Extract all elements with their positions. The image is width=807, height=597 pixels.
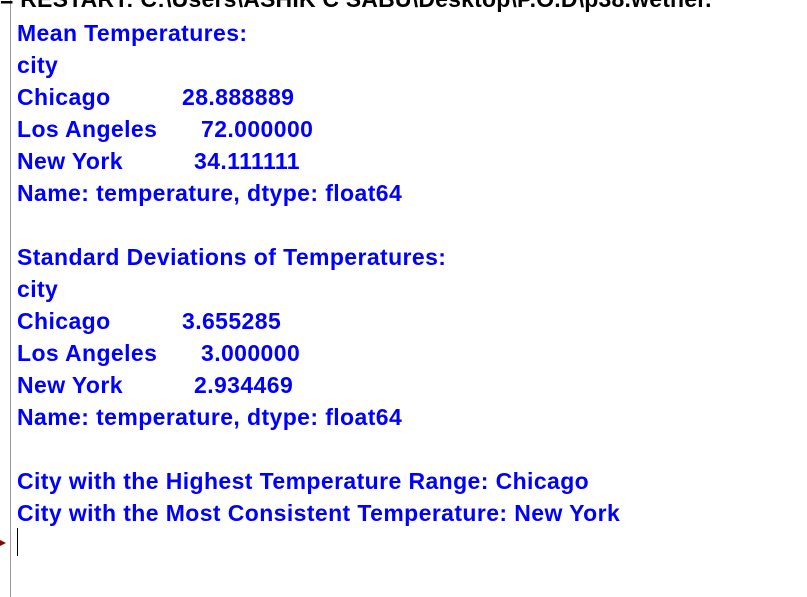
std-index-label: city xyxy=(17,276,59,302)
highest-range-result: City with the Highest Temperature Range:… xyxy=(17,468,590,494)
std-row-chicago: Chicago 3.655285 xyxy=(17,305,620,337)
std-city-value: 3.000000 xyxy=(201,340,301,366)
std-city-name: New York xyxy=(17,372,123,398)
mean-row-new-york: New York 34.111111 xyxy=(17,145,620,177)
std-city-name: Chicago xyxy=(17,308,111,334)
std-row-los-angeles: Los Angeles 3.000000 xyxy=(17,337,620,369)
shell-output: Mean Temperatures: city Chicago 28.88888… xyxy=(17,17,620,529)
most-consistent-result: City with the Most Consistent Temperatur… xyxy=(17,500,621,526)
std-series-footer: Name: temperature, dtype: float64 xyxy=(17,404,403,430)
mean-city-name: Los Angeles xyxy=(17,116,158,142)
restart-banner: = RESTART: C:\Users\ASHIK C SABU\Desktop… xyxy=(0,0,712,13)
mean-city-name: New York xyxy=(17,148,123,174)
mean-city-value: 28.888889 xyxy=(182,84,295,110)
mean-row-chicago: Chicago 28.888889 xyxy=(17,81,620,113)
mean-row-los-angeles: Los Angeles 72.000000 xyxy=(17,113,620,145)
shell-gutter-divider xyxy=(10,0,11,597)
std-city-name: Los Angeles xyxy=(17,340,158,366)
mean-city-value: 34.111111 xyxy=(194,148,300,174)
mean-index-label: city xyxy=(17,52,59,78)
text-cursor[interactable] xyxy=(17,528,18,556)
python-shell-window[interactable]: = RESTART: C:\Users\ASHIK C SABU\Desktop… xyxy=(0,0,807,597)
std-row-new-york: New York 2.934469 xyxy=(17,369,620,401)
mean-series-footer: Name: temperature, dtype: float64 xyxy=(17,180,403,206)
std-heading: Standard Deviations of Temperatures: xyxy=(17,244,447,270)
prompt-arrow-icon xyxy=(0,540,6,546)
std-city-value: 2.934469 xyxy=(194,372,294,398)
mean-heading: Mean Temperatures: xyxy=(17,20,248,46)
mean-city-value: 72.000000 xyxy=(201,116,314,142)
std-city-value: 3.655285 xyxy=(182,308,282,334)
mean-city-name: Chicago xyxy=(17,84,111,110)
